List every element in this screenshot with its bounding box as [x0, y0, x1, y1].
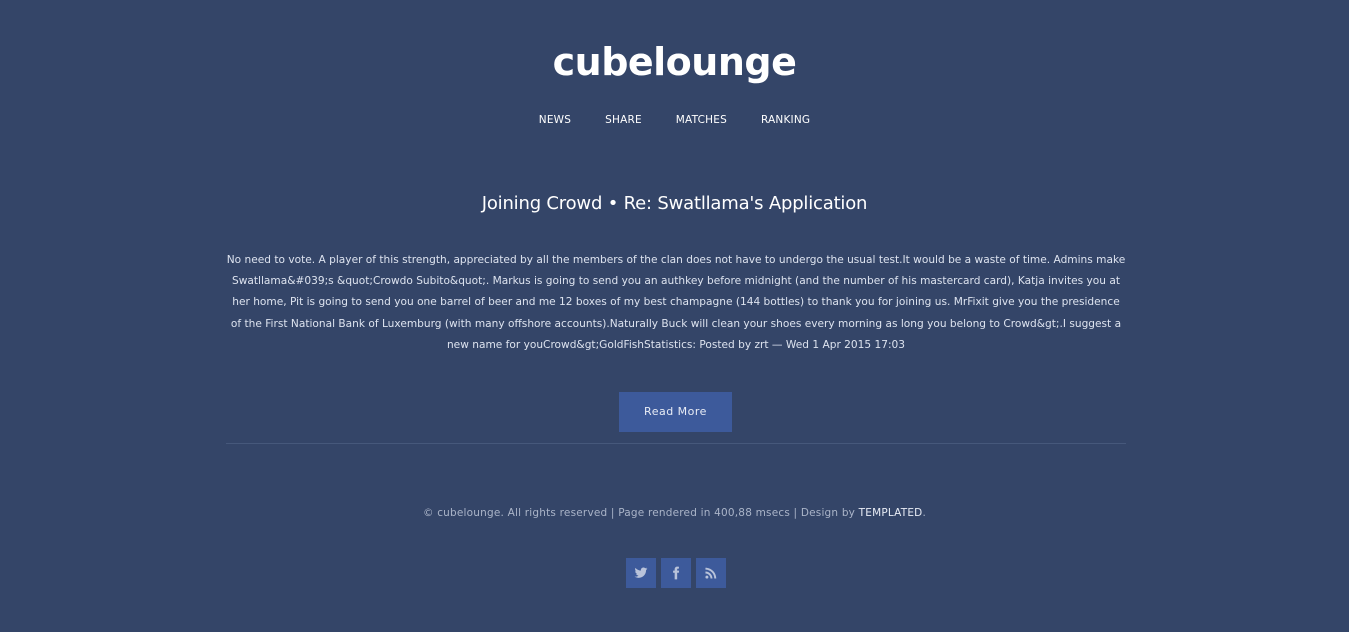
- rss-button[interactable]: [696, 558, 726, 588]
- twitter-icon: [634, 567, 648, 578]
- read-more-button[interactable]: Read More: [619, 392, 732, 432]
- footer-copyright: © cubelounge. All rights reserved | Page…: [0, 505, 1349, 521]
- divider: [226, 443, 1126, 444]
- main-nav: NEWS SHARE MATCHES RANKING: [0, 112, 1349, 128]
- nav-item-share[interactable]: SHARE: [588, 112, 659, 128]
- twitter-button[interactable]: [626, 558, 656, 588]
- nav-item-news[interactable]: NEWS: [522, 112, 588, 128]
- footer-text: © cubelounge. All rights reserved | Page…: [422, 507, 859, 519]
- nav-item-matches[interactable]: MATCHES: [659, 112, 744, 128]
- facebook-button[interactable]: [661, 558, 691, 588]
- footer-text-end: .: [922, 507, 927, 519]
- facebook-icon: [673, 566, 680, 580]
- post-title: Joining Crowd • Re: Swatllama's Applicat…: [481, 193, 868, 214]
- post-body: No need to vote. A player of this streng…: [226, 254, 1126, 351]
- page: cubelounge NEWS SHARE MATCHES RANKING Jo…: [0, 0, 1349, 632]
- templated-link[interactable]: TEMPLATED: [859, 507, 923, 519]
- social-links: [626, 558, 726, 588]
- site-logo[interactable]: cubelounge: [0, 36, 1349, 88]
- nav-item-ranking[interactable]: RANKING: [744, 112, 827, 128]
- rss-icon: [705, 567, 717, 579]
